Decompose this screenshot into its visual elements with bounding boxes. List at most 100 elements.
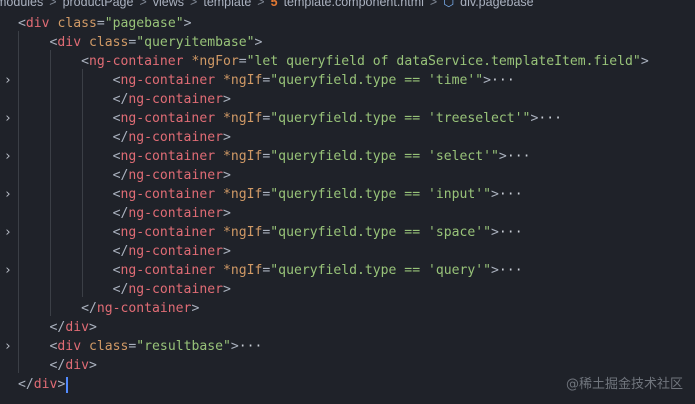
fold-expand-icon[interactable]: › [2, 109, 14, 128]
breadcrumb-item-template[interactable]: template [203, 0, 251, 9]
tag-name: ng-container [128, 282, 223, 297]
attribute-value: "queryfield.type == 'space'" [270, 225, 492, 240]
code-punctuation: = [96, 16, 105, 31]
tag-name: div [33, 377, 58, 392]
code-line[interactable]: › <ng-container *ngIf="queryfield.type =… [0, 261, 695, 280]
folded-ellipsis[interactable]: ··· [507, 149, 531, 164]
code-punctuation [215, 73, 223, 88]
code-punctuation: </ [18, 320, 66, 335]
code-punctuation: < [18, 339, 58, 354]
breadcrumb-item-productpage[interactable]: productPage [63, 0, 134, 9]
code-punctuation: </ [18, 377, 34, 392]
code-punctuation [215, 263, 223, 278]
code-line[interactable]: › <ng-container *ngIf="queryfield.type =… [0, 223, 695, 242]
code-line[interactable]: </div> [0, 318, 695, 337]
folded-ellipsis[interactable]: ··· [499, 263, 523, 278]
text-cursor [66, 376, 69, 393]
tag-name: div [57, 339, 82, 354]
code-text: <ng-container *ngIf="queryfield.type == … [18, 185, 523, 204]
code-punctuation: < [18, 16, 26, 31]
code-line[interactable]: </ng-container> [0, 204, 695, 223]
tag-name: ng-container [128, 244, 223, 259]
attribute-value: "queryfield.type == 'time'" [270, 73, 484, 88]
attribute-value: "queryfield.type == 'input'" [270, 187, 492, 202]
code-punctuation: < [18, 225, 121, 240]
code-line[interactable]: › <ng-container *ngIf="queryfield.type =… [0, 147, 695, 166]
chevron-right-icon: > [429, 0, 438, 9]
code-punctuation: </ [18, 206, 129, 221]
code-punctuation: > [640, 54, 649, 69]
code-line[interactable]: </ng-container> [0, 280, 695, 299]
folded-ellipsis[interactable]: ··· [538, 111, 562, 126]
watermark: @稀土掘金技术社区 [565, 377, 683, 392]
code-line[interactable]: › <ng-container *ngIf="queryfield.type =… [0, 71, 695, 90]
tag-name: div [65, 358, 89, 373]
code-text: <ng-container *ngIf="queryfield.type == … [18, 71, 515, 90]
fold-expand-icon[interactable]: › [2, 223, 14, 242]
breadcrumb-item-symbol[interactable]: div.pagebase [460, 0, 533, 9]
code-line[interactable]: </ng-container> [0, 128, 695, 147]
code-punctuation: </ [18, 130, 129, 145]
code-text: </ng-container> [18, 280, 231, 299]
code-punctuation: > [222, 92, 231, 107]
code-text: <div class="pagebase"> [18, 14, 191, 33]
code-punctuation: < [18, 73, 121, 88]
fold-expand-icon[interactable]: › [2, 147, 14, 166]
folded-ellipsis[interactable]: ··· [499, 187, 523, 202]
code-text: <ng-container *ngIf="queryfield.type == … [18, 147, 531, 166]
code-editor[interactable]: <div class="pagebase"> <div class="query… [0, 12, 695, 404]
code-text: <ng-container *ngIf="queryfield.type == … [18, 109, 562, 128]
code-line[interactable]: </ng-container> [0, 242, 695, 261]
attribute-name: *ngIf [222, 149, 263, 164]
folded-ellipsis[interactable]: ··· [491, 73, 515, 88]
code-punctuation [215, 149, 223, 164]
code-line[interactable]: </ng-container> [0, 166, 695, 185]
tag-name: ng-container [88, 54, 184, 69]
folded-ellipsis[interactable]: ··· [499, 225, 523, 240]
code-line[interactable]: </ng-container> [0, 90, 695, 109]
code-punctuation: > [491, 187, 499, 202]
tag-name: ng-container [120, 225, 216, 240]
code-punctuation: > [230, 339, 239, 354]
folded-ellipsis[interactable]: ··· [239, 339, 263, 354]
attribute-name: *ngFor [191, 54, 239, 69]
code-text: </ng-container> [18, 204, 231, 223]
code-punctuation: > [222, 282, 231, 297]
breadcrumb-item-file[interactable]: template.component.html [284, 0, 424, 9]
code-punctuation: > [222, 168, 231, 183]
code-text: </ng-container> [18, 242, 231, 261]
code-text: </ng-container> [18, 90, 231, 109]
tag-name: ng-container [128, 206, 223, 221]
code-punctuation: </ [18, 358, 66, 373]
chevron-right-icon: > [257, 0, 265, 9]
code-punctuation: </ [18, 301, 97, 316]
breadcrumb-item-modules[interactable]: modules [0, 0, 43, 9]
fold-expand-icon[interactable]: › [2, 71, 14, 90]
symbol-element-icon: ⬡ [443, 0, 455, 9]
code-line[interactable]: </ng-container> [0, 299, 695, 318]
code-punctuation: > [254, 35, 263, 50]
tag-name: ng-container [128, 130, 223, 145]
tag-name: ng-container [128, 168, 223, 183]
fold-expand-icon[interactable]: › [2, 185, 14, 204]
code-line[interactable]: › <div class="resultbase">··· [0, 337, 695, 356]
code-punctuation: </ [18, 168, 129, 183]
fold-expand-icon[interactable]: › [2, 337, 14, 356]
code-punctuation [215, 225, 223, 240]
attribute-value: "let queryfield of dataService.templateI… [246, 54, 641, 69]
code-text: </div> [18, 375, 69, 394]
code-punctuation: > [498, 149, 507, 164]
code-line[interactable]: › <ng-container *ngIf="queryfield.type =… [0, 109, 695, 128]
code-line[interactable]: › <ng-container *ngIf="queryfield.type =… [0, 185, 695, 204]
tag-name: ng-container [96, 301, 192, 316]
code-line[interactable]: <div class="pagebase"> [0, 14, 695, 33]
code-line[interactable]: <ng-container *ngFor="let queryfield of … [0, 52, 695, 71]
code-punctuation: < [18, 35, 58, 50]
code-punctuation: > [222, 206, 231, 221]
fold-expand-icon[interactable]: › [2, 261, 14, 280]
code-punctuation: > [491, 263, 499, 278]
attribute-name: *ngIf [222, 263, 263, 278]
tag-name: ng-container [120, 111, 216, 126]
code-line[interactable]: <div class="queryitembase"> [0, 33, 695, 52]
breadcrumb-item-views[interactable]: views [153, 0, 184, 9]
